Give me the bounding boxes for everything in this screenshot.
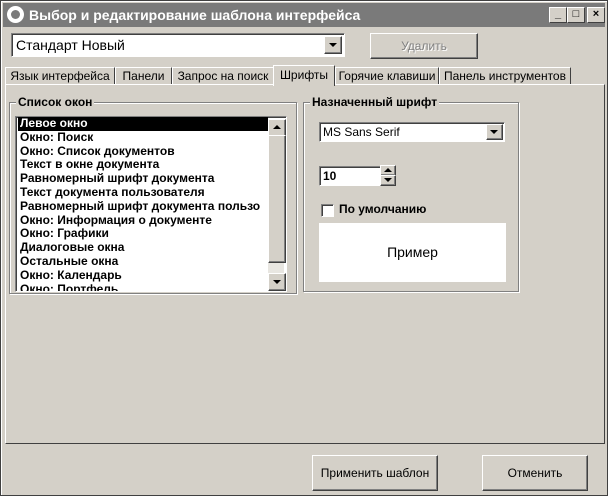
list-item[interactable]: Текст документа пользователя: [18, 186, 268, 200]
font-name-value: MS Sans Serif: [323, 125, 400, 139]
list-item[interactable]: Окно: Поиск: [18, 131, 268, 145]
delete-button[interactable]: Удалить: [370, 33, 478, 59]
template-select-value: Стандарт Новый: [16, 37, 125, 53]
list-item[interactable]: Окно: Портфель: [18, 283, 268, 291]
list-item[interactable]: Текст в окне документа: [18, 158, 268, 172]
list-item[interactable]: Остальные окна: [18, 255, 268, 269]
list-item[interactable]: Левое окно: [18, 117, 268, 131]
windows-list-items: Левое окно Окно: Поиск Окно: Список доку…: [18, 117, 268, 291]
tab-toolbar[interactable]: Панель инструментов: [439, 67, 571, 85]
windows-listbox[interactable]: Левое окно Окно: Поиск Окно: Список доку…: [15, 116, 287, 292]
font-size-spinner[interactable]: [380, 165, 396, 186]
default-checkbox-label[interactable]: По умолчанию: [339, 202, 426, 216]
list-item[interactable]: Окно: Информация о документе: [18, 214, 268, 228]
apply-template-button[interactable]: Применить шаблон: [312, 455, 438, 491]
chevron-down-icon: [273, 280, 281, 284]
tab-interface-language[interactable]: Язык интерфейса: [5, 67, 115, 85]
spin-down-button[interactable]: [380, 175, 396, 186]
tab-search-query[interactable]: Запрос на поиск: [172, 67, 274, 85]
list-item[interactable]: Равномерный шрифт документа: [18, 172, 268, 186]
list-item[interactable]: Диалоговые окна: [18, 241, 268, 255]
list-item[interactable]: Равномерный шрифт документа пользо: [18, 200, 268, 214]
template-dialog: Выбор и редактирование шаблона интерфейс…: [0, 0, 608, 496]
font-sample-preview: Пример: [319, 223, 506, 282]
app-icon: [7, 6, 24, 23]
tab-hotkeys[interactable]: Горячие клавиши: [335, 67, 439, 85]
scroll-down-button[interactable]: [268, 273, 286, 291]
font-size-value: 10: [323, 169, 337, 183]
chevron-down-icon: [490, 130, 498, 134]
default-checkbox[interactable]: [321, 204, 334, 217]
chevron-down-icon: [384, 178, 392, 182]
list-item[interactable]: Окно: Список документов: [18, 145, 268, 159]
font-size-input[interactable]: 10: [319, 166, 381, 186]
tab-fonts[interactable]: Шрифты: [273, 65, 335, 86]
list-item[interactable]: Окно: Графики: [18, 227, 268, 241]
list-item[interactable]: Окно: Календарь: [18, 269, 268, 283]
tab-panels[interactable]: Панели: [115, 67, 172, 85]
chevron-down-icon: [329, 43, 337, 47]
close-button[interactable]: ×: [587, 7, 605, 23]
maximize-button[interactable]: □: [567, 7, 585, 23]
windows-list-scrollbar[interactable]: [268, 119, 286, 291]
font-name-select[interactable]: MS Sans Serif: [319, 122, 505, 142]
windows-list-legend: Список окон: [16, 95, 95, 109]
assigned-font-legend: Назначенный шрифт: [310, 95, 440, 109]
cancel-button[interactable]: Отменить: [482, 455, 588, 491]
chevron-up-icon: [384, 168, 392, 172]
scroll-thumb[interactable]: [268, 135, 286, 263]
font-dropdown-button[interactable]: [486, 124, 503, 140]
title-bar[interactable]: Выбор и редактирование шаблона интерфейс…: [3, 3, 605, 27]
template-dropdown-button[interactable]: [324, 36, 342, 54]
chevron-up-icon: [273, 125, 281, 129]
window-title: Выбор и редактирование шаблона интерфейс…: [29, 7, 361, 23]
template-select[interactable]: Стандарт Новый: [11, 33, 345, 57]
minimize-button[interactable]: _: [549, 7, 567, 23]
